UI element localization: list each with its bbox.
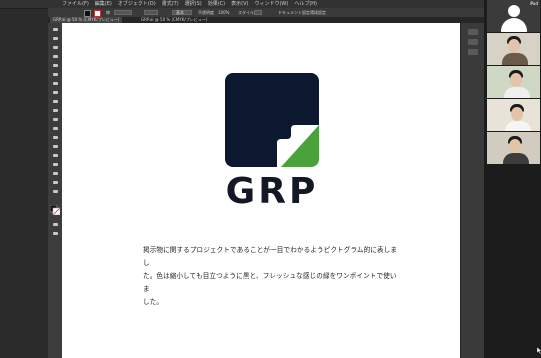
paintbrush-tool-icon[interactable]	[51, 89, 59, 95]
menu-help[interactable]: ヘルプ(H)	[294, 0, 317, 8]
eraser-tool-icon[interactable]	[51, 107, 59, 113]
gradient-tool-icon[interactable]	[51, 161, 59, 167]
rotate-tool-icon[interactable]	[51, 116, 59, 122]
fill-stroke-icon[interactable]	[50, 205, 60, 215]
rectangle-tool-icon[interactable]	[51, 80, 59, 86]
menu-object[interactable]: オブジェクト(O)	[118, 0, 156, 8]
style-select[interactable]	[254, 10, 262, 15]
description-text[interactable]: 掲示物に関するプロジェクトであることが一目でわかるようピクトグラム的に表しまし …	[143, 244, 403, 309]
preferences-button[interactable]: 環境設定	[310, 8, 326, 17]
participant-video[interactable]	[487, 66, 540, 98]
selection-tool-icon[interactable]	[51, 26, 59, 32]
menu-select[interactable]: 選択(S)	[185, 0, 202, 8]
line-tool-icon[interactable]	[51, 71, 59, 77]
fill-swatch[interactable]	[84, 10, 91, 17]
participant-video[interactable]	[487, 132, 540, 164]
canvas-area[interactable]: GRP 掲示物に関するプロジェクトであることが一目でわかるようピクトグラム的に表…	[62, 23, 460, 358]
stroke-label: 線	[106, 10, 110, 15]
magic-wand-tool-icon[interactable]	[51, 44, 59, 50]
menu-file[interactable]: ファイル(F)	[62, 0, 89, 8]
variable-width-select[interactable]	[144, 10, 158, 15]
logo-mark[interactable]	[225, 73, 319, 167]
avatar-body	[501, 18, 527, 32]
screen-mode-icon[interactable]	[51, 230, 59, 236]
description-line: た。色は縮小しても目立つように黒と、フレッシュな感じの緑をワンポイントで使いま	[143, 272, 397, 293]
pen-tool-icon[interactable]	[51, 53, 59, 59]
libraries-panel-icon[interactable]	[468, 49, 478, 55]
pencil-tool-icon[interactable]	[51, 98, 59, 104]
description-line: 掲示物に関するプロジェクトであることが一目でわかるようピクトグラム的に表しまし	[143, 246, 398, 267]
menu-window[interactable]: ウィンドウ(W)	[254, 0, 288, 8]
shape-builder-tool-icon[interactable]	[51, 152, 59, 158]
logo-wordmark[interactable]: GRP	[62, 170, 482, 214]
type-tool-icon[interactable]	[51, 62, 59, 68]
layers-panel-icon[interactable]	[468, 39, 478, 45]
menu-view[interactable]: 表示(V)	[231, 0, 248, 8]
direct-selection-tool-icon[interactable]	[51, 35, 59, 41]
menu-list: ファイル(F) 編集(E) オブジェクト(O) 書式(T) 選択(S) 効果(C…	[62, 0, 317, 8]
menu-type[interactable]: 書式(T)	[162, 0, 179, 8]
participant-tile[interactable]: iPad	[487, 0, 540, 32]
avatar-icon	[508, 5, 520, 17]
participant-name: iPad	[529, 1, 538, 6]
scale-tool-icon[interactable]	[51, 125, 59, 131]
logo-corner-graphic	[277, 125, 319, 167]
properties-panel-strip	[460, 23, 485, 358]
menu-edit[interactable]: 編集(E)	[95, 0, 112, 8]
stroke-swatch[interactable]	[94, 10, 101, 17]
menu-effect[interactable]: 効果(C)	[208, 0, 225, 8]
opacity-label[interactable]: 不透明度	[198, 8, 214, 17]
participant-video[interactable]	[487, 33, 540, 65]
hand-tool-icon[interactable]	[51, 179, 59, 185]
free-transform-tool-icon[interactable]	[51, 143, 59, 149]
opacity-value[interactable]: 100%	[218, 8, 229, 17]
artboard[interactable]: GRP 掲示物に関するプロジェクトであることが一目でわかるようピクトグラム的に表…	[62, 23, 460, 358]
zoom-tool-icon[interactable]	[51, 188, 59, 194]
draw-mode-icon[interactable]	[51, 221, 59, 227]
participant-video[interactable]	[487, 99, 540, 131]
eyedropper-tool-icon[interactable]	[51, 170, 59, 176]
profile-label: 基本	[176, 10, 184, 15]
stroke-width-field[interactable]	[114, 10, 132, 15]
properties-panel-icon[interactable]	[468, 29, 478, 35]
video-call-gallery: iPad	[484, 0, 541, 358]
width-tool-icon[interactable]	[51, 134, 59, 140]
mouse-cursor-icon	[537, 347, 541, 354]
document-setup-button[interactable]: ドキュメント設定	[278, 8, 310, 17]
style-label[interactable]: スタイル	[238, 8, 254, 17]
description-line: した。	[143, 298, 164, 306]
tools-panel	[48, 23, 63, 358]
